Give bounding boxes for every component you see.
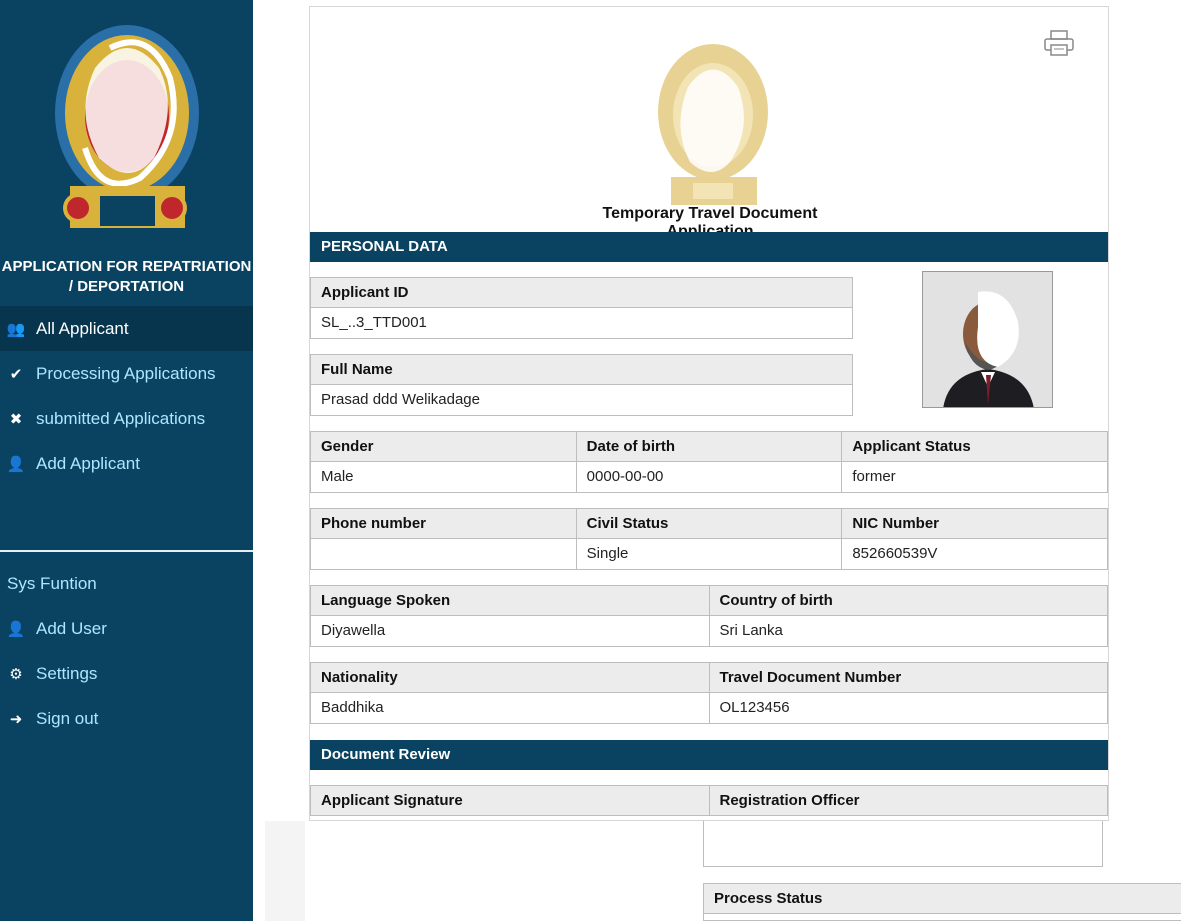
full-name-value: Prasad ddd Welikadage bbox=[321, 391, 480, 408]
sidebar-divider bbox=[0, 550, 253, 552]
nav-settings[interactable]: ⚙ Settings bbox=[0, 651, 253, 696]
process-status-box: Process Status bbox=[703, 883, 1181, 921]
language-value: Diyawella bbox=[321, 622, 386, 639]
document-emblem-logo bbox=[658, 44, 768, 205]
personal-data-header: PERSONAL DATA bbox=[310, 232, 1108, 262]
applicant-status-label: Applicant Status bbox=[842, 432, 1108, 462]
applicant-photo bbox=[922, 271, 1053, 408]
nav-label: Add User bbox=[36, 618, 107, 638]
nav-label: Processing Applications bbox=[36, 363, 216, 383]
nav-label: Settings bbox=[36, 663, 98, 683]
nav-add-applicant[interactable]: 👤 Add Applicant bbox=[0, 441, 253, 486]
document-review-header: Document Review bbox=[310, 740, 1108, 770]
nav-add-user[interactable]: 👤 Add User bbox=[0, 606, 253, 651]
civil-status-label: Civil Status bbox=[576, 509, 842, 539]
close-icon: ✖ bbox=[9, 410, 23, 428]
system-nav: Sys Funtion 👤 Add User ⚙ Settings ➜ Sign… bbox=[0, 561, 253, 741]
full-name-box: Full Name Prasad ddd Welikadage bbox=[310, 354, 853, 416]
dob-value: 0000-00-00 bbox=[586, 468, 664, 485]
civil-status-value: Single bbox=[586, 545, 629, 562]
language-label: Language Spoken bbox=[311, 586, 709, 616]
section-label: Sys Funtion bbox=[7, 573, 97, 593]
phone-label: Phone number bbox=[311, 509, 576, 539]
phone-value bbox=[311, 539, 576, 569]
registration-officer-label: Registration Officer bbox=[709, 786, 1107, 816]
full-name-label: Full Name bbox=[311, 355, 852, 385]
nav-label: All Applicant bbox=[36, 318, 129, 338]
user-plus-icon: 👤 bbox=[6, 455, 26, 473]
gear-icon: ⚙ bbox=[9, 665, 23, 683]
nav-label: submitted Applications bbox=[36, 408, 206, 428]
nav-processing-applications[interactable]: ✔ Processing Applications bbox=[0, 351, 253, 396]
gender-value: Male bbox=[321, 468, 354, 485]
user-icon: 👤 bbox=[6, 620, 26, 638]
travel-doc-value: OL123456 bbox=[719, 699, 790, 716]
nav-submitted-applications[interactable]: ✖ submitted Applications bbox=[0, 396, 253, 441]
country-of-birth-label: Country of birth bbox=[709, 586, 1107, 616]
language-country-row: Language Spoken Diyawella Country of bir… bbox=[310, 585, 1108, 647]
users-icon: 👥 bbox=[6, 320, 26, 338]
travel-doc-label: Travel Document Number bbox=[709, 663, 1107, 693]
sidebar: APPLICATION FOR REPATRIATION / DEPORTATI… bbox=[0, 0, 253, 921]
application-document: Temporary Travel Document Application PE… bbox=[309, 6, 1109, 821]
registration-officer-area bbox=[703, 821, 1103, 867]
app-title: APPLICATION FOR REPATRIATION / DEPORTATI… bbox=[1, 258, 252, 295]
applicant-id-value: SL_..3_TTD001 bbox=[321, 314, 427, 331]
country-of-birth-value: Sri Lanka bbox=[719, 622, 783, 639]
nic-label: NIC Number bbox=[842, 509, 1108, 539]
process-status-label: Process Status bbox=[704, 884, 1181, 914]
check-icon: ✔ bbox=[9, 365, 23, 383]
national-emblem-logo bbox=[55, 25, 199, 228]
main-nav: 👥 All Applicant ✔ Processing Application… bbox=[0, 306, 253, 486]
applicant-id-label: Applicant ID bbox=[311, 278, 852, 308]
nationality-travel-doc-row: Nationality Baddhika Travel Document Num… bbox=[310, 662, 1108, 724]
nav-label: Add Applicant bbox=[36, 453, 140, 473]
applicant-signature-label: Applicant Signature bbox=[311, 786, 709, 816]
background-panel bbox=[265, 821, 305, 921]
nic-value: 852660539V bbox=[852, 545, 938, 562]
gender-dob-status-row: Gender Male Date of birth 0000-00-00 App… bbox=[310, 431, 1109, 493]
phone-civil-nic-row: Phone number Civil Status Single NIC Num… bbox=[310, 508, 1109, 570]
printer-icon[interactable] bbox=[1043, 29, 1075, 57]
nav-all-applicant[interactable]: 👥 All Applicant bbox=[0, 306, 253, 351]
nav-label: Sign out bbox=[36, 708, 99, 728]
nav-sign-out[interactable]: ➜ Sign out bbox=[0, 696, 253, 741]
dob-label: Date of birth bbox=[576, 432, 842, 462]
signature-officer-row: Applicant Signature Registration Officer bbox=[310, 785, 1108, 816]
applicant-status-value: former bbox=[852, 468, 896, 485]
sign-out-icon: ➜ bbox=[9, 710, 23, 728]
nationality-value: Baddhika bbox=[321, 699, 384, 716]
nationality-label: Nationality bbox=[311, 663, 709, 693]
gender-label: Gender bbox=[311, 432, 576, 462]
applicant-id-box: Applicant ID SL_..3_TTD001 bbox=[310, 277, 853, 339]
